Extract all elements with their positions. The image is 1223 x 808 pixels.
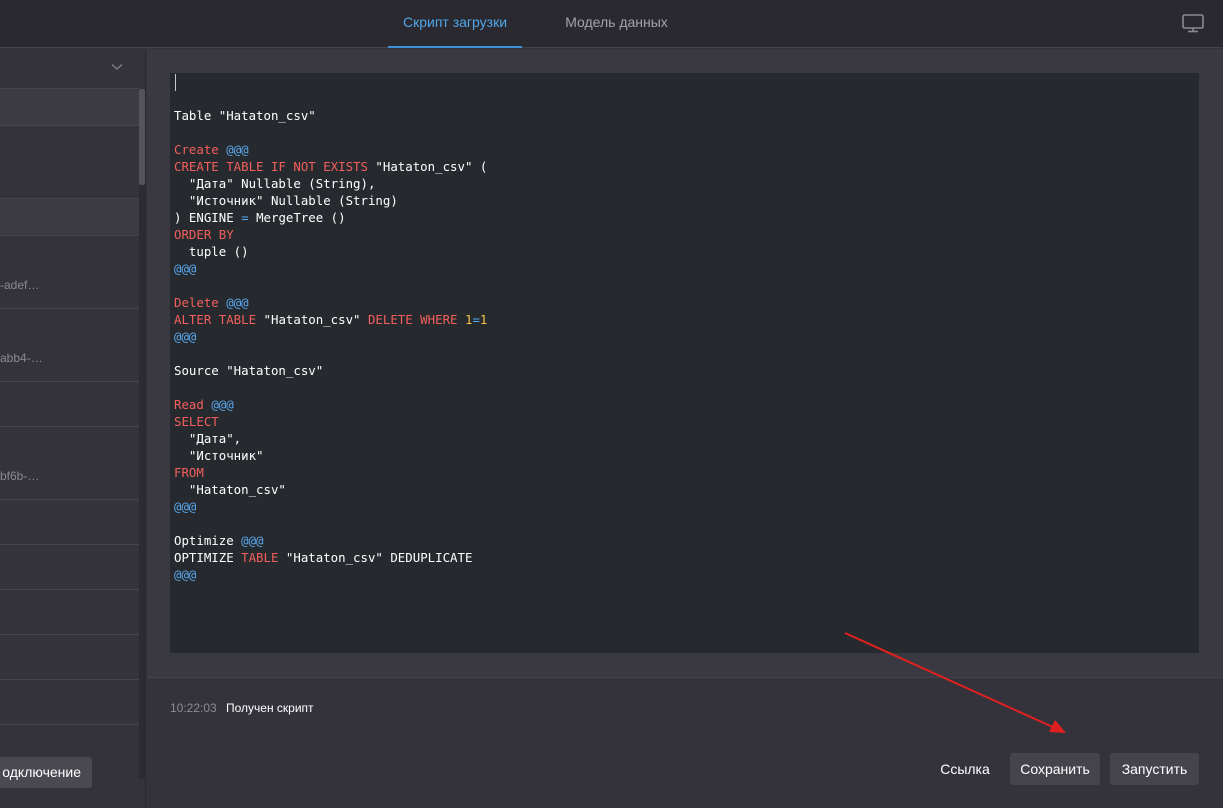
script-code: Table "Hataton_csv" Create @@@ CREATE TA… — [174, 90, 487, 583]
sidebar-item[interactable] — [0, 635, 140, 680]
code-line: @@@ — [174, 329, 197, 344]
code-line: "Дата", — [174, 431, 242, 446]
code-line: Table "Hataton_csv" — [174, 108, 316, 123]
code-line: SELECT — [174, 414, 219, 429]
code-line: CREATE TABLE IF NOT EXISTS "Hataton_csv"… — [174, 159, 488, 174]
code-line: Create @@@ — [174, 142, 249, 157]
sidebar-item[interactable]: -adef… — [0, 236, 140, 309]
code-line: @@@ — [174, 567, 197, 582]
code-line: ORDER BY — [174, 227, 234, 242]
code-line: "Источник" Nullable (String) — [174, 193, 398, 208]
sidebar-item[interactable] — [0, 545, 140, 590]
top-bar: Скрипт загрузки Модель данных — [0, 0, 1223, 48]
code-line: ) ENGINE = MergeTree () — [174, 210, 346, 225]
sidebar-item[interactable] — [0, 199, 140, 236]
sidebar-dropdown[interactable] — [0, 49, 140, 89]
sidebar: -adef… abb4-… bf6b-… одключение — [0, 49, 146, 808]
sidebar-item[interactable]: bf6b-… — [0, 427, 140, 500]
sidebar-item[interactable] — [0, 382, 140, 427]
sidebar-item[interactable] — [0, 89, 140, 126]
sidebar-item[interactable] — [0, 126, 140, 199]
code-line: "Дата" Nullable (String), — [174, 176, 376, 191]
save-button[interactable]: Сохранить — [1010, 753, 1100, 785]
code-line: "Hataton_csv" — [174, 482, 286, 497]
tab-data-model[interactable]: Модель данных — [548, 0, 685, 48]
connection-button-label: одключение — [2, 764, 81, 780]
sidebar-scrollbar-track[interactable] — [139, 89, 145, 779]
sidebar-item-text: bf6b-… — [0, 469, 40, 483]
code-line: Optimize @@@ — [174, 533, 264, 548]
run-button[interactable]: Запустить — [1110, 753, 1199, 785]
code-line: @@@ — [174, 261, 197, 276]
code-line: Source "Hataton_csv" — [174, 363, 324, 378]
code-line: tuple () — [174, 244, 249, 259]
footer-panel — [147, 677, 1223, 808]
code-line: "Источник" — [174, 448, 264, 463]
code-line: @@@ — [174, 499, 197, 514]
link-button[interactable]: Ссылка — [930, 753, 1000, 785]
connection-button[interactable]: одключение — [0, 757, 92, 788]
sidebar-item[interactable]: abb4-… — [0, 309, 140, 382]
code-line: ALTER TABLE "Hataton_csv" DELETE WHERE 1… — [174, 312, 488, 327]
chevron-down-icon — [111, 63, 123, 70]
tab-load-script[interactable]: Скрипт загрузки — [388, 0, 522, 48]
log-message: Получен скрипт — [226, 701, 314, 715]
sidebar-item[interactable] — [0, 680, 140, 725]
code-line: OPTIMIZE TABLE "Hataton_csv" DEDUPLICATE — [174, 550, 473, 565]
monitor-icon[interactable] — [1181, 12, 1205, 34]
code-line: Read @@@ — [174, 397, 234, 412]
sidebar-item-text: -adef… — [0, 278, 40, 292]
sidebar-scrollbar-thumb[interactable] — [139, 89, 145, 185]
code-line: FROM — [174, 465, 204, 480]
sidebar-item[interactable] — [0, 590, 140, 635]
sidebar-item-text: abb4-… — [0, 351, 43, 365]
log-timestamp: 10:22:03 — [170, 701, 217, 715]
script-editor[interactable]: Table "Hataton_csv" Create @@@ CREATE TA… — [170, 73, 1199, 653]
sidebar-item[interactable] — [0, 500, 140, 545]
code-line: Delete @@@ — [174, 295, 249, 310]
text-cursor — [175, 74, 176, 91]
